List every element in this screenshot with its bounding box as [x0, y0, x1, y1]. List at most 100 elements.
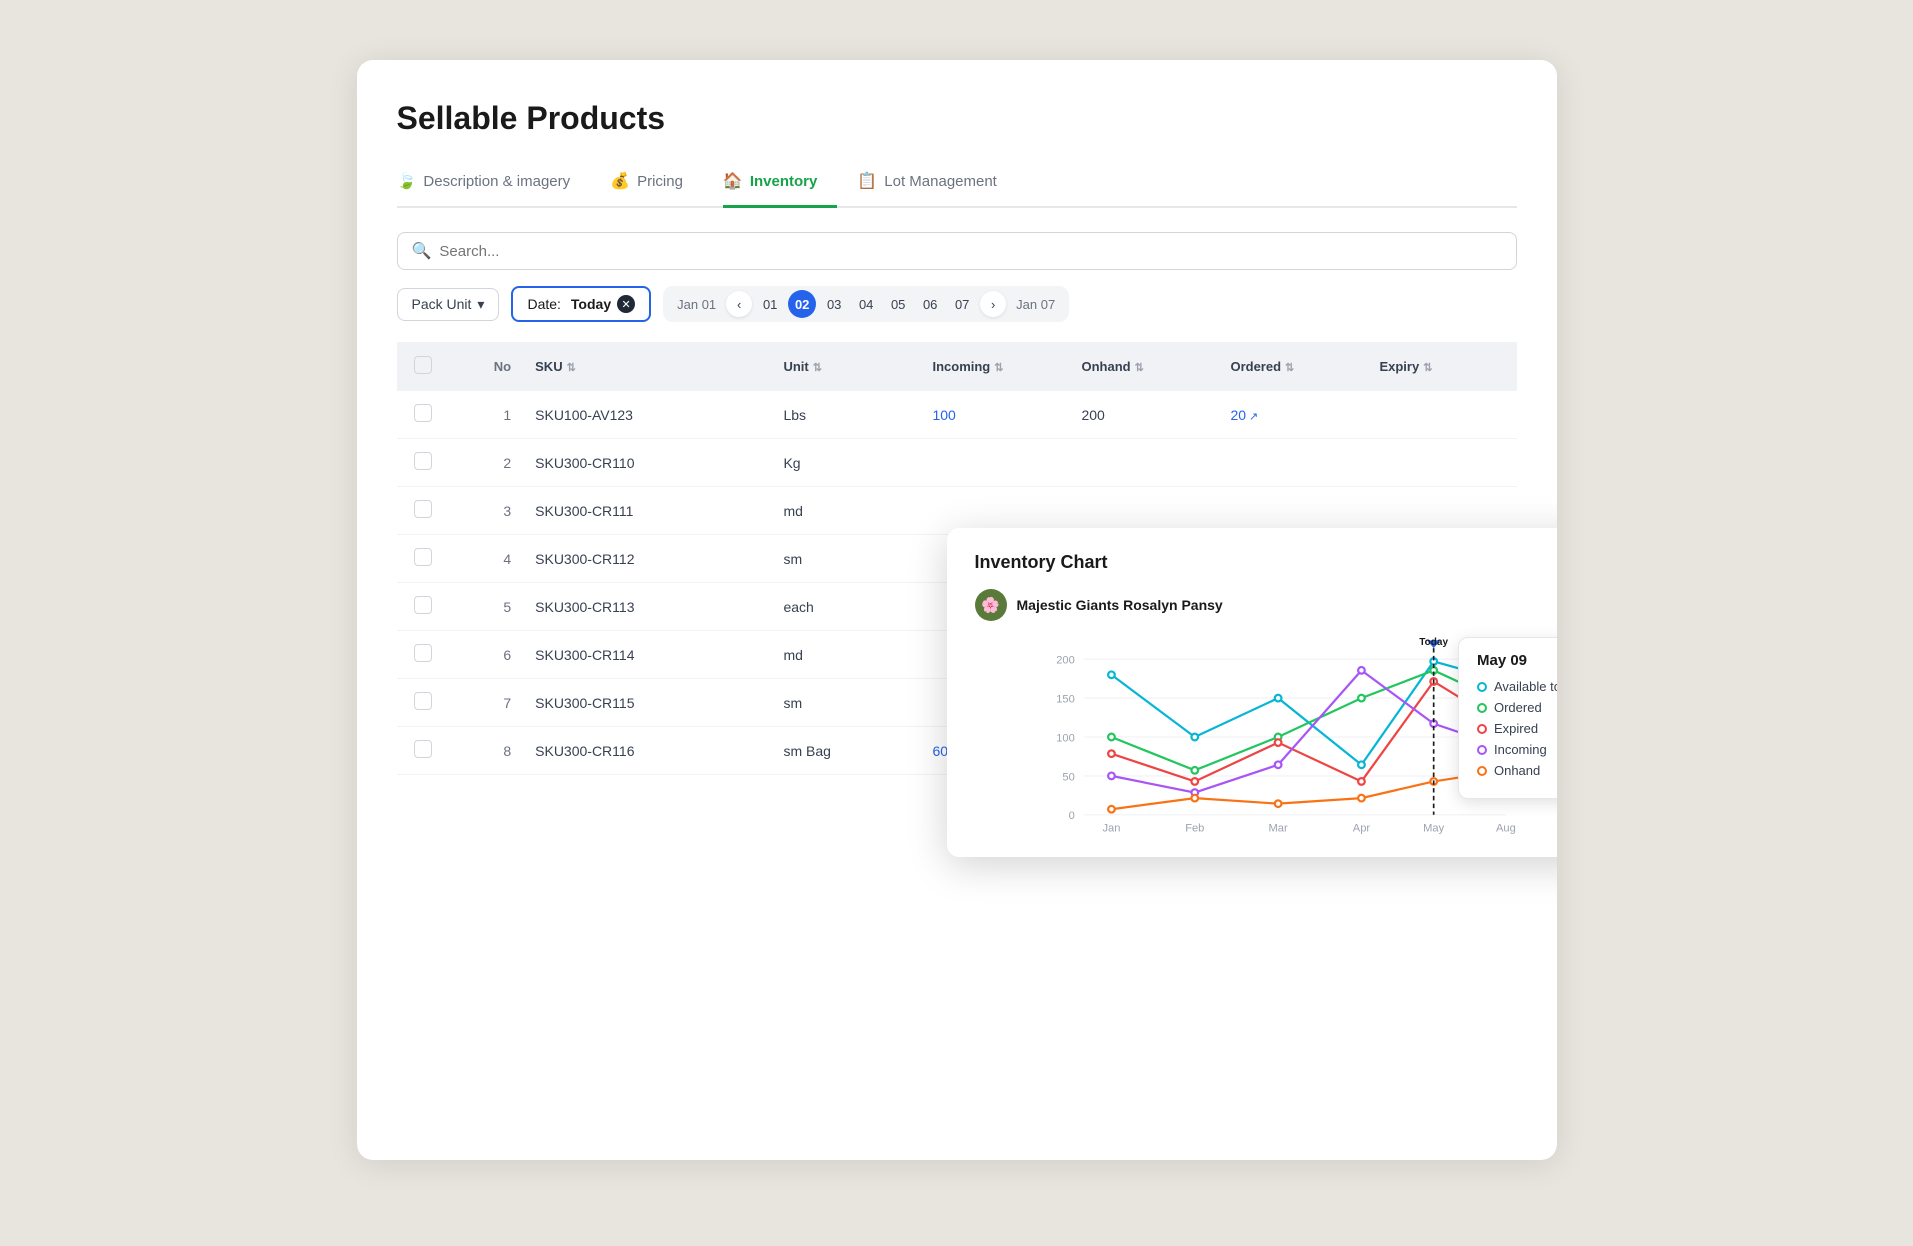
- svg-text:Aug: Aug: [1495, 822, 1515, 834]
- pricing-icon: 💰: [610, 171, 630, 191]
- row-checkbox-cell[interactable]: [397, 535, 449, 583]
- tooltip-label-incoming: Incoming: [1477, 742, 1547, 757]
- date-next-button[interactable]: ›: [980, 291, 1006, 317]
- chart-title: Inventory Chart: [975, 552, 1557, 573]
- row-checkbox-cell[interactable]: [397, 391, 449, 439]
- svg-text:Mar: Mar: [1268, 822, 1287, 834]
- tooltip-row-0: Available to Sell 188 fl: [1477, 679, 1557, 694]
- tooltip-row-3: Incoming 77 fl: [1477, 742, 1557, 757]
- available-dot: [1477, 682, 1487, 692]
- tooltip-label-ordered: Ordered: [1477, 700, 1542, 715]
- row-checkbox[interactable]: [414, 404, 432, 422]
- chevron-down-icon: ▾: [477, 296, 484, 313]
- row-onhand: [1069, 439, 1218, 487]
- description-icon: 🍃: [397, 171, 417, 191]
- unit-sort-icon: ⇅: [813, 362, 822, 374]
- row-no: 8: [449, 727, 524, 775]
- tab-description[interactable]: 🍃 Description & imagery: [397, 161, 591, 208]
- col-expiry[interactable]: Expiry⇅: [1367, 342, 1516, 391]
- row-checkbox-cell[interactable]: [397, 439, 449, 487]
- chart-product-row: 🌸 Majestic Giants Rosalyn Pansy: [975, 589, 1557, 621]
- row-no: 1: [449, 391, 524, 439]
- table-row: 2 SKU300-CR110 Kg: [397, 439, 1517, 487]
- svg-text:50: 50: [1062, 771, 1074, 783]
- row-checkbox[interactable]: [414, 740, 432, 758]
- row-expiry: [1367, 391, 1516, 439]
- row-checkbox[interactable]: [414, 548, 432, 566]
- row-no: 4: [449, 535, 524, 583]
- row-no: 2: [449, 439, 524, 487]
- expired-dot: [1477, 724, 1487, 734]
- select-all-checkbox[interactable]: [414, 356, 432, 374]
- incoming-link[interactable]: 100: [932, 407, 955, 423]
- row-checkbox-cell[interactable]: [397, 631, 449, 679]
- row-sku: SKU300-CR111: [523, 487, 771, 535]
- chart-area: 200 150 100 50 0 Jan Feb Mar Apr May Aug: [975, 637, 1557, 837]
- date-prev-button[interactable]: ‹: [726, 291, 752, 317]
- row-checkbox[interactable]: [414, 692, 432, 710]
- row-expiry: [1367, 439, 1516, 487]
- tooltip-label-available: Available to Sell: [1477, 679, 1557, 694]
- date-filter[interactable]: Date: Today ✕: [511, 286, 651, 322]
- date-pill-06[interactable]: 06: [916, 290, 944, 318]
- filter-row: Pack Unit ▾ Date: Today ✕ Jan 01 ‹ 01 02…: [397, 286, 1517, 322]
- date-pill-04[interactable]: 04: [852, 290, 880, 318]
- ordered-sort-icon: ⇅: [1285, 362, 1294, 374]
- date-pill-05[interactable]: 05: [884, 290, 912, 318]
- incoming-sort-icon: ⇅: [994, 362, 1003, 374]
- tooltip-date: May 09: [1477, 652, 1557, 669]
- tab-lot-management[interactable]: 📋 Lot Management: [857, 161, 1017, 208]
- row-checkbox[interactable]: [414, 644, 432, 662]
- page-title: Sellable Products: [397, 100, 1517, 137]
- col-incoming[interactable]: Incoming⇅: [920, 342, 1069, 391]
- product-name: Majestic Giants Rosalyn Pansy: [1017, 597, 1223, 613]
- tooltip-row-1: Ordered 147 fl: [1477, 700, 1557, 715]
- row-sku: SKU300-CR113: [523, 583, 771, 631]
- row-checkbox-cell[interactable]: [397, 727, 449, 775]
- ordered-link[interactable]: 20↗: [1230, 407, 1258, 423]
- search-input[interactable]: [439, 243, 1501, 260]
- row-sku: SKU300-CR114: [523, 631, 771, 679]
- col-ordered[interactable]: Ordered⇅: [1218, 342, 1367, 391]
- svg-text:Today: Today: [1419, 637, 1448, 648]
- row-sku: SKU300-CR116: [523, 727, 771, 775]
- date-pill-03[interactable]: 03: [820, 290, 848, 318]
- col-sku[interactable]: SKU⇅: [523, 342, 771, 391]
- select-all-header[interactable]: [397, 342, 449, 391]
- row-checkbox[interactable]: [414, 452, 432, 470]
- tab-inventory[interactable]: 🏠 Inventory: [723, 161, 837, 208]
- row-sku: SKU300-CR110: [523, 439, 771, 487]
- date-pill-01[interactable]: 01: [756, 290, 784, 318]
- pack-unit-filter[interactable]: Pack Unit ▾: [397, 288, 500, 321]
- row-incoming[interactable]: 100: [920, 391, 1069, 439]
- table-row: 1 SKU100-AV123 Lbs 100 200 20↗: [397, 391, 1517, 439]
- col-unit[interactable]: Unit⇅: [771, 342, 920, 391]
- row-sku: SKU100-AV123: [523, 391, 771, 439]
- row-ordered: [1218, 439, 1367, 487]
- row-checkbox-cell[interactable]: [397, 487, 449, 535]
- row-no: 3: [449, 487, 524, 535]
- row-unit: md: [771, 487, 920, 535]
- ordered-dot: [1477, 703, 1487, 713]
- row-ordered[interactable]: 20↗: [1218, 391, 1367, 439]
- row-sku: SKU300-CR112: [523, 535, 771, 583]
- col-onhand[interactable]: Onhand⇅: [1069, 342, 1218, 391]
- tab-pricing[interactable]: 💰 Pricing: [610, 161, 703, 208]
- date-clear-button[interactable]: ✕: [617, 295, 635, 313]
- row-checkbox[interactable]: [414, 596, 432, 614]
- tooltip-row-2: Expired 138 fl: [1477, 721, 1557, 736]
- row-checkbox[interactable]: [414, 500, 432, 518]
- date-pill-02[interactable]: 02: [788, 290, 816, 318]
- row-checkbox-cell[interactable]: [397, 679, 449, 727]
- incoming-link[interactable]: 60: [932, 743, 948, 759]
- row-unit: sm: [771, 679, 920, 727]
- date-pill-07[interactable]: 07: [948, 290, 976, 318]
- tooltip-label-onhand: Onhand: [1477, 763, 1540, 778]
- row-unit: each: [771, 583, 920, 631]
- incoming-dot: [1477, 745, 1487, 755]
- row-unit: Kg: [771, 439, 920, 487]
- onhand-dot: [1477, 766, 1487, 776]
- svg-text:150: 150: [1056, 694, 1075, 706]
- row-checkbox-cell[interactable]: [397, 583, 449, 631]
- svg-text:200: 200: [1056, 655, 1075, 667]
